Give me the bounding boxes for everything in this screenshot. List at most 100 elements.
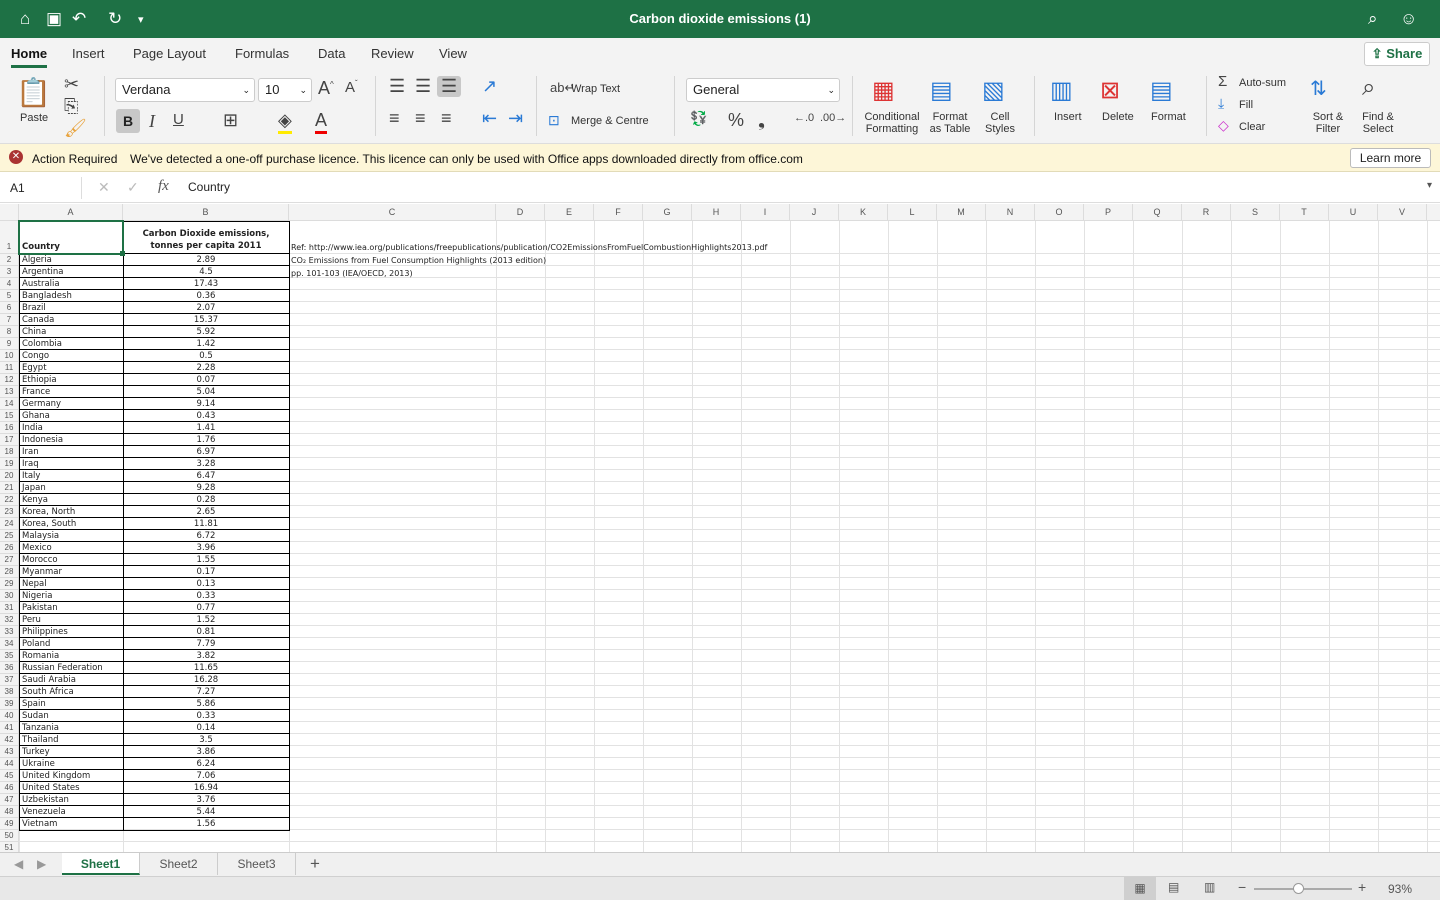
country-cell[interactable]: Iran [22,446,39,458]
column-header-d[interactable]: D [496,204,545,221]
row-header[interactable]: 51 [0,842,19,852]
country-cell[interactable]: Nigeria [22,590,52,602]
header-emissions-unit[interactable]: tonnes per capita 2011 [123,240,289,252]
format-painter-icon[interactable]: 🖌 [64,118,87,139]
country-cell[interactable]: Japan [22,482,46,494]
row-header[interactable]: 29 [0,578,19,590]
fill-handle[interactable] [120,251,125,256]
conditional-formatting-button[interactable]: Conditional Formatting [862,111,922,135]
row-header[interactable]: 37 [0,674,19,686]
format-cells-button[interactable]: Format [1151,111,1186,123]
country-cell[interactable]: India [22,422,43,434]
row-header[interactable]: 43 [0,746,19,758]
tab-page-layout[interactable]: Page Layout [133,46,206,61]
country-cell[interactable]: Saudi Arabia [22,674,76,686]
reference-note[interactable]: Ref: http://www.iea.org/publications/fre… [291,242,767,254]
emissions-cell[interactable]: 7.27 [123,686,289,698]
country-cell[interactable]: Ghana [22,410,50,422]
country-cell[interactable]: Kenya [22,494,48,506]
delete-cells-icon[interactable]: ⊠ [1100,76,1120,105]
row-header[interactable]: 13 [0,386,19,398]
sort-filter-icon[interactable]: ⇅ [1310,76,1327,101]
country-cell[interactable]: Egypt [22,362,47,374]
country-cell[interactable]: Germany [22,398,61,410]
row-header[interactable]: 3 [0,266,19,278]
country-cell[interactable]: Mexico [22,542,52,554]
italic-button[interactable]: I [149,111,155,132]
insert-cells-icon[interactable]: ▥ [1050,76,1073,105]
emissions-cell[interactable]: 3.82 [123,650,289,662]
emissions-cell[interactable]: 0.81 [123,626,289,638]
decrease-font-icon[interactable]: Aˇ [345,79,358,96]
row-header[interactable]: 12 [0,374,19,386]
column-header-a[interactable]: A [19,204,123,221]
column-header-i[interactable]: I [741,204,790,221]
row-header[interactable]: 46 [0,782,19,794]
country-cell[interactable]: Sudan [22,710,49,722]
emissions-cell[interactable]: 11.81 [123,518,289,530]
function-icon[interactable]: fx [158,178,169,195]
emissions-cell[interactable]: 0.14 [123,722,289,734]
row-header[interactable]: 21 [0,482,19,494]
country-cell[interactable]: Colombia [22,338,62,350]
emissions-cell[interactable]: 2.65 [123,506,289,518]
tab-formulas[interactable]: Formulas [235,46,289,61]
emissions-cell[interactable]: 0.33 [123,590,289,602]
sheet-tab-sheet2[interactable]: Sheet2 [140,853,218,875]
expand-formula-icon[interactable]: ▾ [1427,180,1432,191]
country-cell[interactable]: Italy [22,470,40,482]
borders-icon[interactable]: ⊞ [223,110,238,131]
emissions-cell[interactable]: 6.24 [123,758,289,770]
merge-centre-button[interactable]: Merge & Centre [571,115,649,127]
emissions-cell[interactable]: 3.28 [123,458,289,470]
add-sheet-icon[interactable]: + [310,854,320,874]
emissions-cell[interactable]: 1.41 [123,422,289,434]
country-cell[interactable]: Vietnam [22,818,57,830]
country-cell[interactable]: Spain [22,698,46,710]
country-cell[interactable]: Korea, South [22,518,76,530]
fill-icon[interactable]: ⤓ [1218,95,1224,112]
column-header-r[interactable]: R [1182,204,1231,221]
country-cell[interactable]: Venezuela [22,806,66,818]
underline-button[interactable]: U [173,111,184,128]
emissions-cell[interactable]: 0.5 [123,350,289,362]
country-cell[interactable]: Congo [22,350,49,362]
tab-home[interactable]: Home [11,46,48,68]
row-header[interactable]: 49 [0,818,19,830]
country-cell[interactable]: Indonesia [22,434,63,446]
find-select-icon[interactable]: ⌕ [1362,74,1375,102]
country-cell[interactable]: Ukraine [22,758,55,770]
paste-icon[interactable]: 📋 [16,76,51,109]
row-header[interactable]: 11 [0,362,19,374]
emissions-cell[interactable]: 17.43 [123,278,289,290]
column-header-o[interactable]: O [1035,204,1084,221]
number-format-select[interactable]: General ⌄ [686,78,840,102]
column-header-m[interactable]: M [937,204,986,221]
country-cell[interactable]: Iraq [22,458,39,470]
decrease-indent-icon[interactable]: ⇤ [482,108,497,129]
emissions-cell[interactable]: 9.28 [123,482,289,494]
cancel-icon[interactable]: ✕ [98,179,110,196]
column-header-l[interactable]: L [888,204,937,221]
row-header[interactable]: 7 [0,314,19,326]
cell-styles-icon[interactable]: ▧ [982,76,1005,105]
row-header[interactable]: 34 [0,638,19,650]
autosum-button[interactable]: Auto-sum [1239,77,1286,89]
emissions-cell[interactable]: 7.06 [123,770,289,782]
country-cell[interactable]: Turkey [22,746,50,758]
row-header[interactable]: 39 [0,698,19,710]
format-as-table-icon[interactable]: ▤ [930,76,953,105]
column-header-v[interactable]: V [1378,204,1427,221]
conditional-formatting-icon[interactable]: ▦ [872,76,895,105]
emissions-cell[interactable]: 6.47 [123,470,289,482]
spreadsheet-grid[interactable]: A B C D E F G H I J K L M N O P Q R S T U V 1 2 3 4 5 6 7 8 9 10 11 12 13 1… [0,204,1440,852]
row-header[interactable]: 36 [0,662,19,674]
row-header[interactable]: 25 [0,530,19,542]
column-header-t[interactable]: T [1280,204,1329,221]
page-break-view-icon[interactable]: ▥ [1204,880,1215,894]
emissions-cell[interactable]: 15.37 [123,314,289,326]
align-left-icon[interactable]: ≡ [389,108,400,129]
row-header[interactable]: 8 [0,326,19,338]
find-select-button[interactable]: Find & Select [1358,111,1398,135]
country-cell[interactable]: Korea, North [22,506,75,518]
